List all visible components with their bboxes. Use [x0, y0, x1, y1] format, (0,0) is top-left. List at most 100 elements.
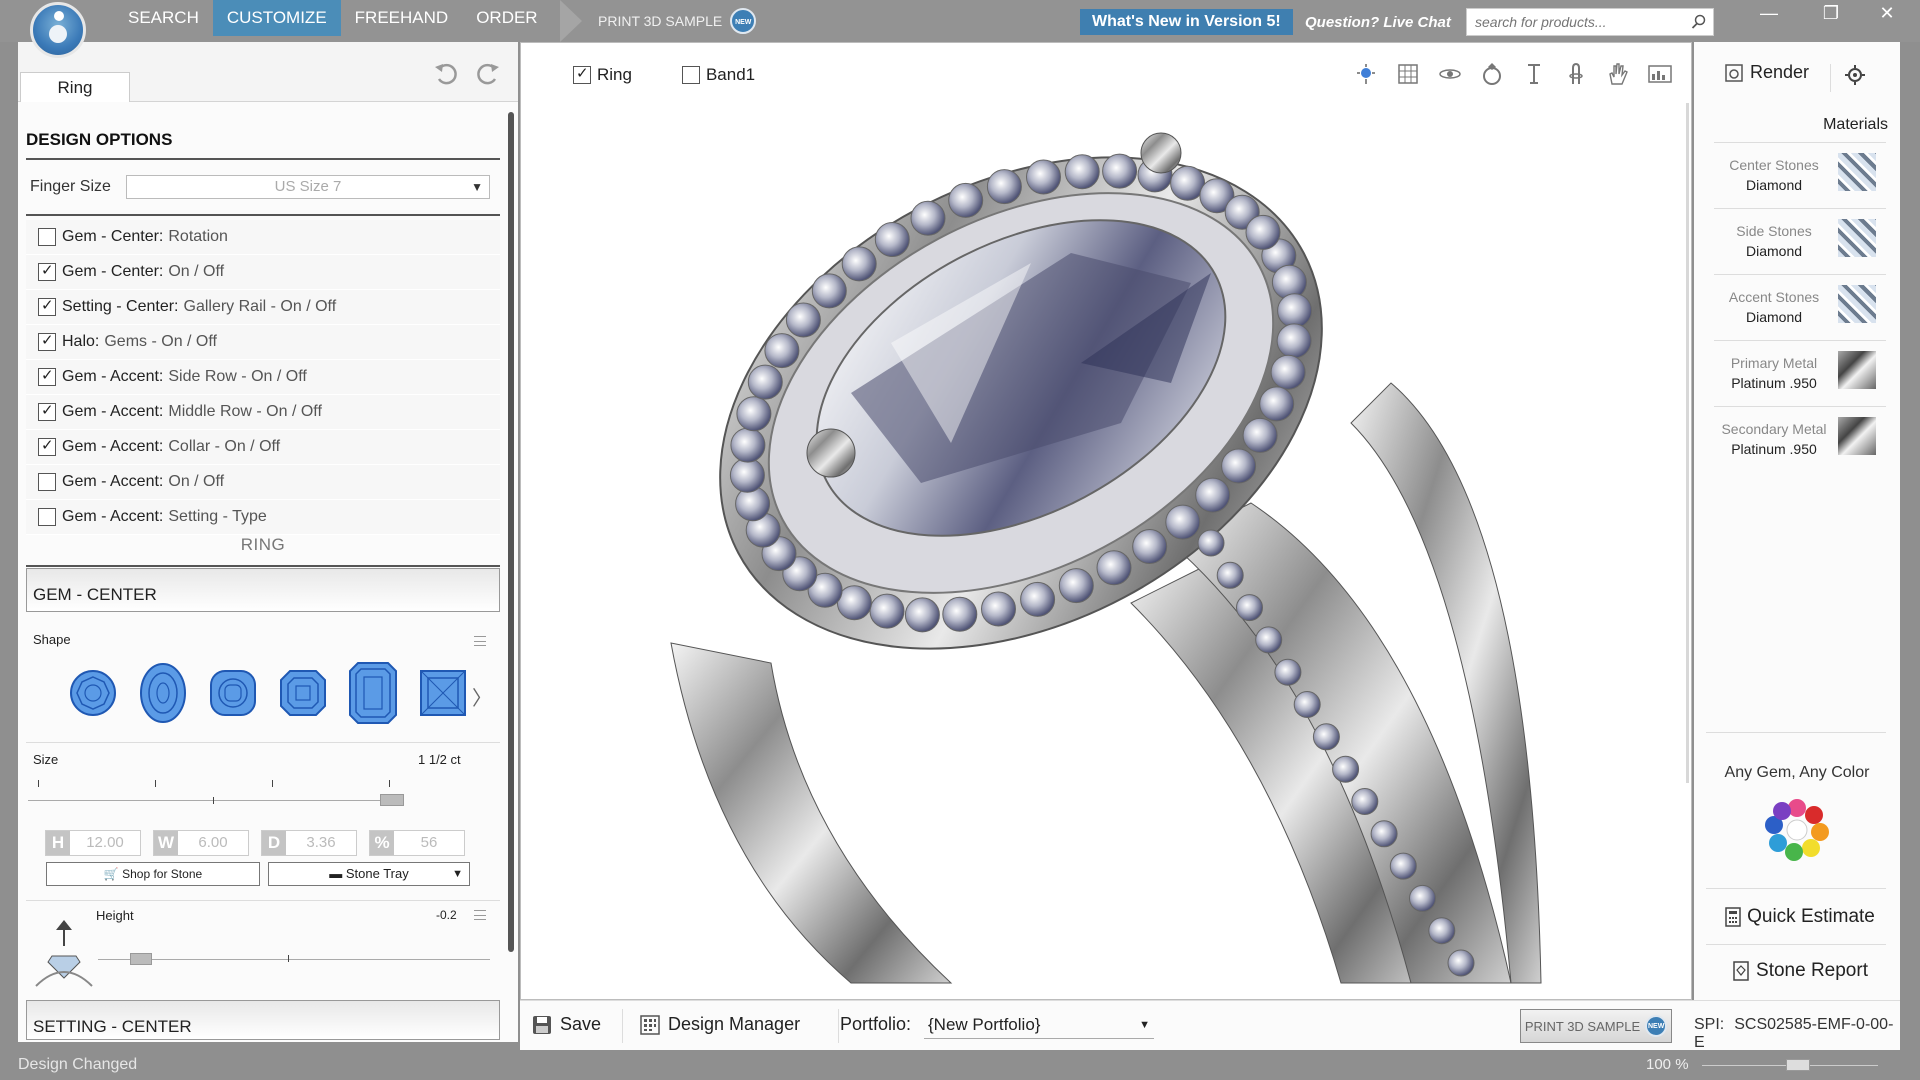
- material-row[interactable]: Primary Metal Platinum .950: [1714, 340, 1886, 398]
- band-toggle[interactable]: Band1: [681, 65, 755, 85]
- viewport-scrollbar[interactable]: [1686, 103, 1689, 783]
- checkbox[interactable]: [38, 473, 56, 491]
- gem-center-header[interactable]: GEM - CENTER: [26, 568, 500, 612]
- shape-picker: [68, 662, 468, 724]
- redo-icon[interactable]: [474, 60, 502, 88]
- menu-icon[interactable]: [474, 910, 486, 920]
- ring-view-icon[interactable]: [1477, 59, 1507, 89]
- tab-ring[interactable]: Ring: [20, 72, 130, 102]
- height-slider-thumb[interactable]: [130, 953, 152, 965]
- material-row[interactable]: Secondary Metal Platinum .950: [1714, 406, 1886, 464]
- material-row[interactable]: Accent Stones Diamond: [1714, 274, 1886, 332]
- diamond-swatch[interactable]: [1838, 285, 1876, 323]
- nav-customize[interactable]: CUSTOMIZE: [212, 0, 341, 36]
- zoom-slider-thumb[interactable]: [1786, 1059, 1810, 1071]
- app-logo[interactable]: [30, 2, 86, 58]
- material-row[interactable]: Center Stones Diamond: [1714, 142, 1886, 200]
- gem-color-wheel-icon[interactable]: [1764, 796, 1830, 862]
- shank-stone: [1197, 529, 1225, 557]
- option-value: Setting - Type: [168, 508, 267, 525]
- shape-cushion[interactable]: [208, 662, 258, 724]
- setting-center-header[interactable]: SETTING - CENTER: [26, 1000, 500, 1040]
- finger-size-value: US Size 7: [274, 178, 342, 195]
- checkbox[interactable]: [38, 508, 56, 526]
- save-button[interactable]: Save: [532, 1014, 601, 1035]
- height-field[interactable]: H 12.00: [45, 830, 141, 856]
- diamond-swatch[interactable]: [1838, 219, 1876, 257]
- checkbox[interactable]: [38, 331, 56, 351]
- live-chat-link[interactable]: Question? Live Chat: [1305, 14, 1451, 31]
- ring-toggle[interactable]: Ring: [573, 64, 632, 85]
- quick-estimate-button[interactable]: Quick Estimate: [1714, 906, 1886, 928]
- checkbox[interactable]: [681, 66, 700, 84]
- nav-search[interactable]: SEARCH: [114, 0, 213, 36]
- divider: [838, 1009, 839, 1043]
- search-icon[interactable]: [1691, 14, 1707, 30]
- design-option-row[interactable]: Gem - Center:On / Off: [26, 255, 500, 290]
- design-manager-button[interactable]: Design Manager: [640, 1014, 800, 1035]
- menu-icon[interactable]: [474, 636, 486, 646]
- shape-emerald[interactable]: [348, 662, 398, 724]
- light-icon[interactable]: [1351, 59, 1381, 89]
- stone-report-button[interactable]: Stone Report: [1714, 960, 1886, 982]
- diamond-swatch[interactable]: [1838, 153, 1876, 191]
- checkbox[interactable]: [38, 228, 56, 246]
- image-icon[interactable]: [1645, 59, 1675, 89]
- shape-oval[interactable]: [138, 662, 188, 724]
- width-field[interactable]: W 6.00: [153, 830, 249, 856]
- checkbox[interactable]: [38, 261, 56, 281]
- stone-tray-select[interactable]: ▬ Stone Tray ▼: [268, 862, 470, 886]
- chevron-right-icon[interactable]: 〉: [472, 682, 492, 711]
- design-option-row[interactable]: Gem - Accent: On / Off: [26, 465, 500, 500]
- design-option-row[interactable]: Setting - Center:Gallery Rail - On / Off: [26, 290, 500, 325]
- design-option-row[interactable]: Gem - Accent:Collar - On / Off: [26, 430, 500, 465]
- 3d-viewport[interactable]: Ring Band1: [520, 42, 1692, 1000]
- design-option-row[interactable]: Gem - Accent:Side Row - On / Off: [26, 360, 500, 395]
- finger-icon[interactable]: [1561, 59, 1591, 89]
- shape-round[interactable]: [68, 662, 118, 724]
- hand-icon[interactable]: [1603, 59, 1633, 89]
- close-button[interactable]: ✕: [1864, 0, 1910, 26]
- checkbox[interactable]: [38, 436, 56, 456]
- portfolio-select[interactable]: {New Portfolio} ▼: [924, 1013, 1154, 1039]
- halo-stone: [1221, 448, 1257, 484]
- height-label: Height: [96, 908, 134, 923]
- print-3d-sample-button[interactable]: PRINT 3D SAMPLE NEW: [1520, 1009, 1672, 1043]
- depth-field[interactable]: D 3.36: [261, 830, 357, 856]
- halo-stone: [942, 596, 978, 632]
- ring-3d-model[interactable]: [651, 123, 1551, 993]
- shape-princess[interactable]: [418, 662, 468, 724]
- finger-size-select[interactable]: US Size 7 ▼: [126, 175, 490, 199]
- design-option-row[interactable]: Gem - Accent: Setting - Type: [26, 500, 500, 535]
- gear-icon[interactable]: [1844, 64, 1866, 86]
- nav-freehand[interactable]: FREEHAND: [341, 0, 463, 36]
- shank-stone: [1332, 755, 1360, 783]
- percent-field[interactable]: % 56: [369, 830, 465, 856]
- whats-new-button[interactable]: What's New in Version 5!: [1080, 9, 1293, 35]
- shape-asscher[interactable]: [278, 662, 328, 724]
- checkbox[interactable]: [573, 64, 591, 84]
- nav-order[interactable]: ORDER: [462, 0, 551, 36]
- design-option-row[interactable]: Halo:Gems - On / Off: [26, 325, 500, 360]
- calculator-icon: [1725, 907, 1741, 927]
- left-scrollbar[interactable]: [508, 112, 514, 952]
- search-input[interactable]: [1467, 9, 1677, 35]
- checkbox[interactable]: [38, 366, 56, 386]
- material-row[interactable]: Side Stones Diamond: [1714, 208, 1886, 266]
- checkbox[interactable]: [38, 296, 56, 316]
- design-option-row[interactable]: Gem - Center: Rotation: [26, 220, 500, 255]
- shop-for-stone-button[interactable]: 🛒 Shop for Stone: [46, 862, 260, 886]
- metal-swatch[interactable]: [1838, 417, 1876, 455]
- render-button[interactable]: Render: [1724, 62, 1809, 83]
- measure-icon[interactable]: [1519, 59, 1549, 89]
- undo-icon[interactable]: [432, 60, 460, 88]
- checkbox[interactable]: [38, 401, 56, 421]
- restore-button[interactable]: ❐: [1808, 0, 1854, 26]
- grid-icon[interactable]: [1393, 59, 1423, 89]
- design-option-row[interactable]: Gem - Accent:Middle Row - On / Off: [26, 395, 500, 430]
- print-3d-sample-link[interactable]: PRINT 3D SAMPLE NEW: [560, 0, 757, 42]
- size-slider-thumb[interactable]: [380, 794, 404, 806]
- orbit-icon[interactable]: [1435, 59, 1465, 89]
- minimize-button[interactable]: —: [1746, 0, 1792, 26]
- metal-swatch[interactable]: [1838, 351, 1876, 389]
